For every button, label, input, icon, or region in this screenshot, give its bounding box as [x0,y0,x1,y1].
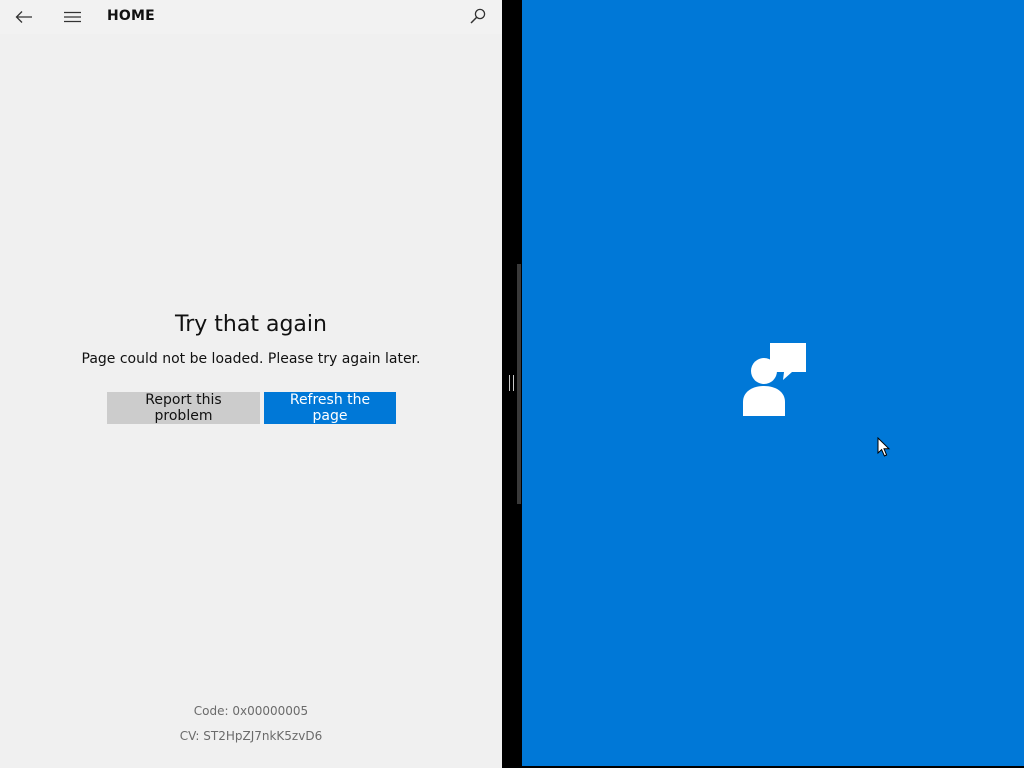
search-icon [470,8,486,24]
error-actions: Report this problem Refresh the page [107,392,396,424]
menu-button[interactable] [60,6,84,28]
refresh-page-button[interactable]: Refresh the page [264,392,396,424]
error-message: Page could not be loaded. Please try aga… [81,351,421,367]
back-button[interactable] [12,6,36,28]
hamburger-menu-icon [63,11,81,23]
mouse-pointer-icon [877,437,891,457]
store-app-pane: HOME Try that again Page could not be lo… [0,0,502,768]
grip-line [509,375,510,391]
search-button[interactable] [466,5,490,27]
feedback-app-pane [522,0,1024,766]
title-bar: HOME [0,0,502,34]
feedback-person-speech-icon [743,343,806,416]
report-problem-button[interactable]: Report this problem [107,392,260,424]
error-codes: Code: 0x00000005 CV: ST2HpZJ7nkK5zvD6 [0,703,502,753]
error-code: Code: 0x00000005 [193,704,309,718]
split-resize-handle[interactable] [509,375,514,391]
page-title: HOME [107,8,155,24]
back-arrow-icon [15,11,32,23]
correlation-vector: CV: ST2HpZJ7nkK5zvD6 [179,729,323,743]
error-panel: Try that again Page could not be loaded.… [0,310,502,368]
scrollbar-thumb[interactable] [517,264,521,504]
error-title: Try that again [175,312,327,337]
grip-line [513,375,514,391]
